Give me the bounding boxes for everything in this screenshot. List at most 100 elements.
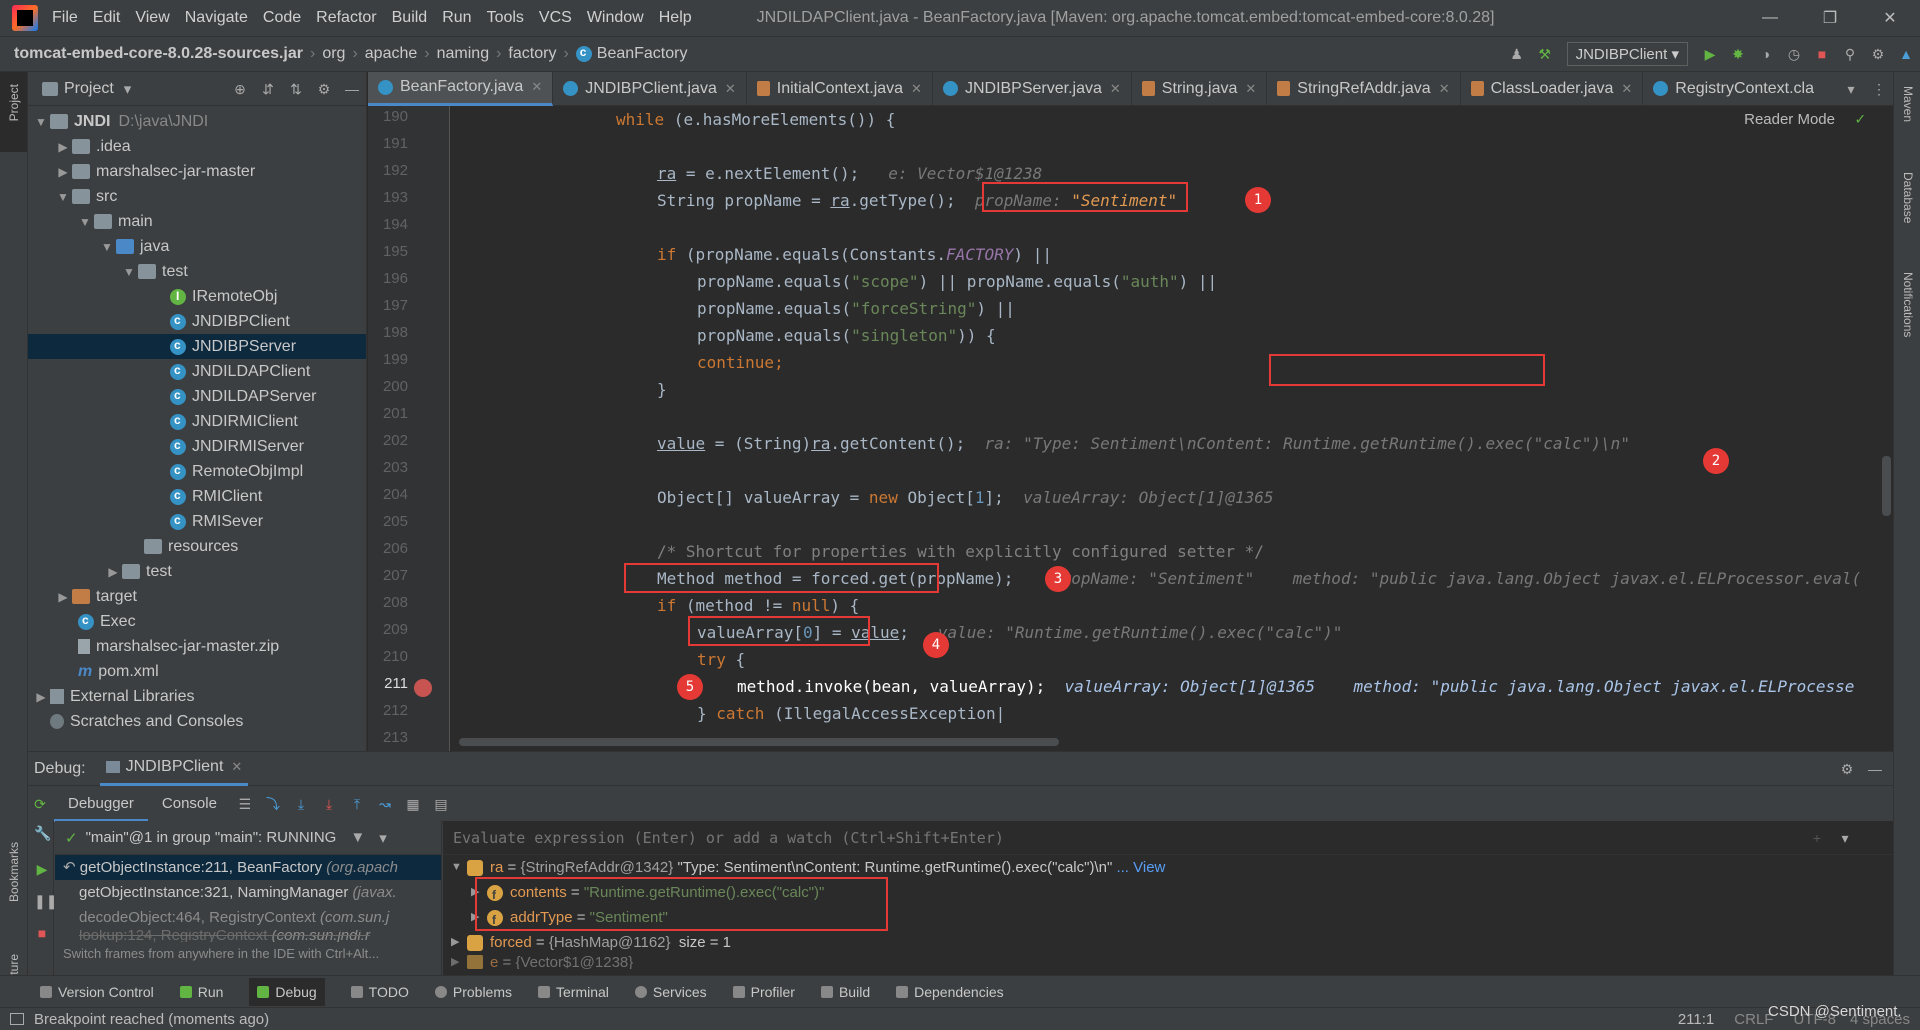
close-icon[interactable]: ✕ [1621, 81, 1632, 97]
breadcrumb-factory[interactable]: factory [508, 45, 556, 63]
tab-beanfactory[interactable]: BeanFactory.java ✕ [368, 71, 554, 106]
profile-icon[interactable]: ◷ [1786, 46, 1802, 62]
code-editor[interactable]: Reader Mode ✓ while (e.hasMoreElements()… [451, 106, 1893, 751]
tab-jndibpserver[interactable]: JNDIBPServer.java ✕ [933, 71, 1132, 106]
minimize-icon[interactable]: — [1740, 9, 1800, 27]
tree-item-java[interactable]: ▼ java [28, 234, 366, 259]
variable-row-forced[interactable]: ▶ forced = {HashMap@1162} size = 1 [443, 930, 1893, 955]
menu-navigate[interactable]: Navigate [185, 9, 248, 27]
breadcrumb-beanfactory[interactable]: BeanFactory [597, 45, 688, 63]
tree-item-jndi[interactable]: ▼ JNDI D:\java\JNDI [28, 109, 366, 134]
chevron-down-icon[interactable]: ▾ [124, 80, 132, 98]
notifications-tool-label[interactable]: Notifications [1901, 272, 1915, 337]
stop-icon[interactable]: ■ [1814, 46, 1830, 62]
close-icon[interactable]: ✕ [1860, 8, 1920, 28]
stop-icon[interactable]: ■ [34, 925, 50, 941]
more-icon[interactable]: ⋮ [1871, 81, 1887, 97]
tree-item-rmisever[interactable]: RMISever [28, 509, 366, 534]
variable-row-e[interactable]: ▶ e = {Vector$1@1238} [443, 955, 1893, 969]
tree-item-test[interactable]: ▶ test [28, 559, 366, 584]
caret-position[interactable]: 211:1 [1678, 1011, 1714, 1028]
rerun-icon[interactable]: ⟳ [32, 796, 48, 812]
menu-icon[interactable]: ☰ [237, 796, 253, 812]
step-into-icon[interactable]: ⤓ [293, 796, 309, 812]
close-icon[interactable]: ✕ [1110, 81, 1121, 97]
tree-item-exec[interactable]: Exec [28, 609, 366, 634]
chevron-down-icon[interactable]: ▾ [1843, 81, 1859, 97]
project-view-select[interactable]: Project [64, 80, 114, 98]
close-icon[interactable]: ✕ [911, 81, 922, 97]
tree-item-jndildapclient[interactable]: JNDILDAPClient [28, 359, 366, 384]
menu-view[interactable]: View [135, 9, 169, 27]
tool-build[interactable]: Build [820, 984, 870, 1000]
add-watch-icon[interactable]: + [1809, 830, 1825, 846]
evaluate-icon[interactable]: ▦ [405, 796, 421, 812]
pause-icon[interactable]: ❚❚ [34, 893, 57, 909]
wrench-icon[interactable]: 🔧 [34, 825, 51, 841]
restore-icon[interactable]: ❐ [1800, 8, 1860, 28]
hide-icon[interactable]: — [1867, 761, 1883, 777]
force-step-into-icon[interactable]: ⤓ [321, 796, 337, 812]
gear-icon[interactable]: ⚙ [1839, 761, 1855, 777]
tool-run[interactable]: Run [179, 984, 223, 1000]
tab-initialcontext[interactable]: InitialContext.java ✕ [747, 71, 933, 106]
breadcrumb-jar[interactable]: tomcat-embed-core-8.0.28-sources.jar [14, 45, 303, 63]
tree-item-zip[interactable]: marshalsec-jar-master.zip [28, 634, 366, 659]
view-link[interactable]: ... View [1116, 855, 1165, 880]
close-icon[interactable]: ✕ [1245, 81, 1256, 97]
menu-vcs[interactable]: VCS [539, 9, 572, 27]
close-icon[interactable]: ✕ [1439, 81, 1450, 97]
hide-icon[interactable]: — [344, 81, 360, 97]
tree-item-test-pkg[interactable]: ▼ test [28, 259, 366, 284]
tree-item-target[interactable]: ▶ target [28, 584, 366, 609]
tree-item-rmiclient[interactable]: RMIClient [28, 484, 366, 509]
debug-icon[interactable]: ✸ [1730, 46, 1746, 62]
horizontal-scrollbar[interactable] [459, 738, 1059, 746]
tree-item-scratches[interactable]: Scratches and Consoles [28, 709, 366, 734]
menu-help[interactable]: Help [659, 9, 692, 27]
tab-classloader[interactable]: ClassLoader.java ✕ [1461, 71, 1644, 106]
menu-code[interactable]: Code [263, 9, 301, 27]
window-icon[interactable] [10, 1013, 24, 1025]
close-icon[interactable]: ✕ [531, 79, 542, 95]
hammer-icon[interactable]: ⚒ [1537, 46, 1553, 62]
tree-item-external-libraries[interactable]: ▶ External Libraries [28, 684, 366, 709]
tree-item-jndirmiclient[interactable]: JNDIRMIClient [28, 409, 366, 434]
coverage-icon[interactable]: ◑ [1758, 46, 1774, 62]
tab-registrycontext[interactable]: RegistryContext.cla [1643, 72, 1824, 106]
run-to-cursor-icon[interactable]: ↝ [377, 796, 393, 812]
trace-icon[interactable]: ▤ [433, 796, 449, 812]
user-icon[interactable]: ♟ [1509, 46, 1525, 62]
search-icon[interactable]: ⚲ [1842, 46, 1858, 62]
breadcrumb-apache[interactable]: apache [365, 45, 418, 63]
tree-item-marshalsec[interactable]: ▶ marshalsec-jar-master [28, 159, 366, 184]
tool-todo[interactable]: TODO [350, 984, 409, 1000]
step-over-icon[interactable]: ⤵ [265, 796, 281, 812]
close-icon[interactable]: ✕ [725, 81, 736, 97]
stack-frame[interactable]: getObjectInstance:321, NamingManager (ja… [55, 880, 441, 905]
tab-stringrefaddr[interactable]: StringRefAddr.java ✕ [1267, 71, 1461, 106]
menu-refactor[interactable]: Refactor [316, 9, 376, 27]
tree-item-pom[interactable]: m pom.xml [28, 659, 366, 684]
tool-terminal[interactable]: Terminal [538, 984, 609, 1000]
tool-dependencies[interactable]: Dependencies [896, 984, 1004, 1000]
menu-run[interactable]: Run [442, 9, 471, 27]
thread-selector[interactable]: ✓ "main"@1 in group "main": RUNNING ▼ ▾ [55, 821, 441, 855]
resume-icon[interactable]: ▶ [34, 861, 50, 877]
gear-icon[interactable]: ⚙ [1870, 46, 1886, 62]
toolbox-icon[interactable]: ▲ [1898, 46, 1914, 62]
stack-frame[interactable]: decodeObject:464, RegistryContext (com.s… [55, 905, 441, 930]
breadcrumb-naming[interactable]: naming [437, 45, 489, 63]
tree-item-idea[interactable]: ▶ .idea [28, 134, 366, 159]
tree-item-remoteobjimpl[interactable]: RemoteObjImpl [28, 459, 366, 484]
tab-console[interactable]: Console [148, 786, 231, 822]
chevron-down-icon[interactable]: ▾ [1837, 830, 1853, 846]
tree-item-jndirmiserver[interactable]: JNDIRMIServer [28, 434, 366, 459]
stack-frame[interactable]: lookup:124, RegistryContext (com.sun.jnd… [55, 930, 441, 942]
tool-services[interactable]: Services [634, 984, 707, 1000]
menu-window[interactable]: Window [587, 9, 644, 27]
expand-all-icon[interactable]: ⇵ [260, 81, 276, 97]
breadcrumb-org[interactable]: org [322, 45, 345, 63]
bookmarks-tool-label[interactable]: Bookmarks [7, 842, 21, 902]
vertical-scrollbar[interactable] [1882, 456, 1891, 516]
